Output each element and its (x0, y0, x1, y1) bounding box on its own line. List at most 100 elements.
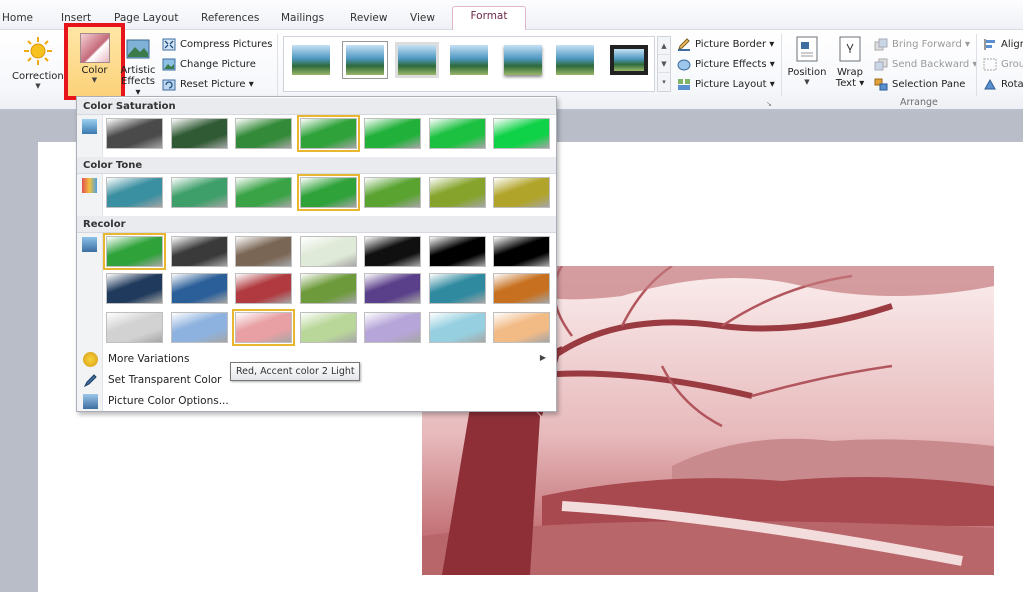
send-backward-button[interactable]: Send Backward ▾ (874, 56, 977, 73)
color-swatch[interactable] (106, 312, 163, 343)
set-transparent-color-label: Set Transparent Color (108, 374, 222, 386)
scroll-up-icon[interactable]: ▲ (658, 37, 670, 55)
color-swatch[interactable] (170, 177, 228, 208)
color-swatch[interactable] (428, 273, 486, 304)
gallery-more-icon[interactable]: ▾ (658, 73, 670, 91)
color-label: Color (81, 65, 108, 76)
picture-style-thumb[interactable] (292, 45, 330, 75)
sun-icon (24, 37, 52, 65)
gallery-scroll[interactable]: ▲ ▼ ▾ (657, 36, 671, 92)
arrange-group-label: Arrange (900, 97, 938, 108)
submenu-arrow-icon: ▶ (539, 353, 546, 362)
color-swatch[interactable] (170, 236, 228, 267)
change-picture-button[interactable]: Change Picture (162, 56, 256, 73)
color-swatch[interactable] (235, 118, 292, 149)
bring-forward-button[interactable]: Bring Forward ▾ (874, 36, 970, 53)
picture-color-icon (79, 33, 110, 63)
position-button[interactable]: Position ▼ (786, 36, 828, 86)
color-swatch[interactable] (493, 118, 550, 149)
color-swatch[interactable] (299, 236, 357, 267)
color-swatch[interactable] (364, 312, 421, 343)
tab-format[interactable]: Format (452, 6, 526, 31)
color-swatch[interactable] (299, 312, 357, 343)
color-swatch[interactable] (364, 273, 421, 304)
color-swatch[interactable] (170, 273, 228, 304)
tab-home[interactable]: Home (2, 9, 33, 30)
align-label: Align (1001, 39, 1023, 50)
color-swatch[interactable] (364, 177, 421, 208)
scroll-down-icon[interactable]: ▼ (658, 55, 670, 73)
picture-style-thumb[interactable] (450, 45, 488, 75)
color-swatch[interactable] (493, 273, 550, 304)
wrap-text-label-2: Text (835, 78, 857, 89)
saturation-icon (82, 119, 97, 134)
tab-review[interactable]: Review (350, 9, 387, 30)
color-swatch[interactable] (170, 312, 228, 343)
corrections-label: Corrections (12, 71, 69, 82)
picture-style-thumb[interactable] (610, 45, 648, 75)
corrections-button[interactable]: Corrections ▼ (12, 36, 69, 90)
color-swatch[interactable] (106, 273, 163, 304)
picture-border-button[interactable]: Picture Border ▾ (677, 36, 774, 53)
picture-effects-button[interactable]: Picture Effects ▾ (677, 56, 775, 73)
color-swatch[interactable] (235, 236, 292, 267)
picture-effects-label: Picture Effects (695, 59, 767, 70)
artistic-effects-button[interactable]: Artistic Effects ▾ (119, 38, 157, 98)
compress-pictures-button[interactable]: Compress Pictures (162, 36, 272, 53)
rotate-label: Rotate (1001, 79, 1023, 90)
color-button[interactable]: Color ▼ (64, 23, 125, 100)
color-swatch[interactable] (170, 118, 228, 149)
align-button[interactable]: Align (983, 36, 1023, 53)
group-button[interactable]: Group (983, 56, 1023, 73)
dialog-launcher-icon[interactable]: ↘ (766, 100, 772, 108)
layout-icon (678, 79, 690, 90)
artistic-effects-icon (126, 39, 150, 59)
tab-mailings[interactable]: Mailings (281, 9, 324, 30)
color-tone-icon (82, 178, 97, 193)
picture-style-thumb[interactable] (556, 45, 594, 75)
picture-style-thumb[interactable] (398, 45, 436, 75)
send-backward-icon (874, 58, 888, 71)
color-swatch[interactable] (299, 273, 357, 304)
palette-icon (83, 352, 98, 367)
send-backward-label: Send Backward (892, 59, 970, 70)
picture-style-thumb[interactable] (346, 45, 384, 75)
color-swatch[interactable] (235, 273, 292, 304)
pen-icon (83, 374, 97, 388)
chevron-down-icon: ▼ (35, 82, 41, 90)
group-label: Group (1001, 59, 1023, 70)
color-swatch[interactable] (493, 312, 550, 343)
color-swatch[interactable] (106, 177, 163, 208)
artistic-effects-label-1: Artistic (120, 65, 156, 76)
color-swatch[interactable] (364, 236, 421, 267)
tab-references[interactable]: References (201, 9, 259, 30)
color-swatch[interactable] (493, 177, 550, 208)
color-swatch[interactable] (103, 233, 166, 270)
picture-styles-gallery[interactable] (283, 36, 655, 92)
wrap-text-button[interactable]: Wrap Text ▾ (832, 36, 868, 89)
reset-picture-button[interactable]: Reset Picture ▾ (162, 76, 254, 93)
bring-forward-label: Bring Forward (892, 39, 962, 50)
picture-style-thumb[interactable] (504, 45, 542, 75)
color-swatch[interactable] (493, 236, 550, 267)
change-picture-label: Change Picture (180, 59, 256, 70)
picture-color-options-item[interactable]: Picture Color Options... (77, 392, 556, 411)
color-swatch[interactable] (364, 118, 421, 149)
color-swatch[interactable] (428, 177, 486, 208)
color-swatch[interactable] (296, 174, 360, 211)
ribbon-tab-bar: Home Insert Page Layout References Maili… (0, 0, 1023, 31)
color-swatch[interactable] (106, 118, 163, 149)
tab-view[interactable]: View (410, 9, 435, 30)
color-swatch[interactable] (296, 115, 360, 152)
color-swatch[interactable] (232, 309, 295, 346)
section-color-tone: Color Tone (77, 157, 556, 174)
color-swatch[interactable] (428, 118, 486, 149)
picture-layout-button[interactable]: Picture Layout ▾ (677, 76, 775, 93)
chevron-down-icon: ▼ (804, 78, 810, 86)
rotate-button[interactable]: Rotate (983, 76, 1023, 93)
color-swatch[interactable] (428, 236, 486, 267)
color-swatch[interactable] (235, 177, 292, 208)
selection-pane-button[interactable]: Selection Pane (874, 76, 965, 93)
picture-layout-label: Picture Layout (695, 79, 767, 90)
color-swatch[interactable] (428, 312, 486, 343)
